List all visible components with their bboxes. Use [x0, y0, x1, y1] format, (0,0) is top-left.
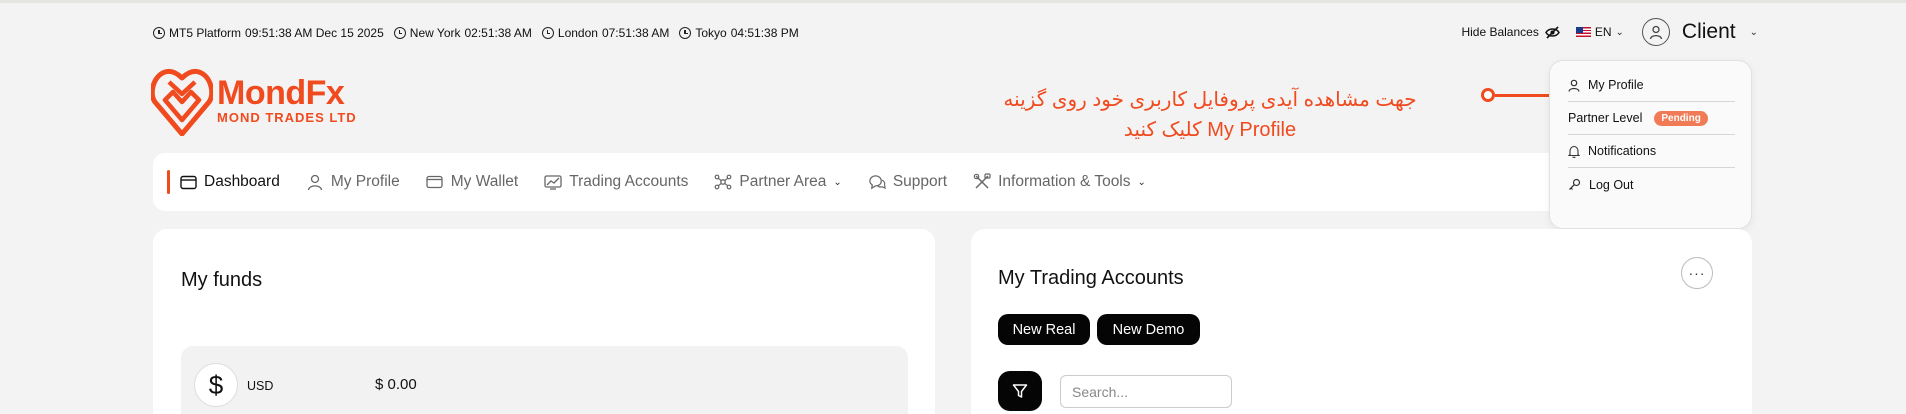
nav-label: Trading Accounts — [569, 173, 689, 190]
clock-time: 04:51:38 PM — [730, 26, 799, 40]
clock-tokyo: Tokyo 04:51:38 PM — [679, 26, 799, 40]
fund-row-usd: $ USD $ 0.00 — [181, 346, 908, 414]
brand-logo[interactable]: MondFx MOND TRADES LTD — [151, 64, 357, 136]
language-selector[interactable]: EN ⌄ — [1575, 25, 1624, 39]
account-controls: Hide Balances EN ⌄ Client ⌄ — [1461, 18, 1758, 46]
more-options-button[interactable]: ··· — [1681, 257, 1713, 289]
nav-label: My Wallet — [450, 173, 519, 190]
clock-time: 09:51:38 AM Dec 15 2025 — [245, 26, 384, 40]
clock-time: 02:51:38 AM — [464, 26, 532, 40]
annotation-arrow-tail — [1481, 88, 1495, 102]
clock-label: MT5 Platform — [169, 26, 242, 40]
annotation-line-1: جهت مشاهده آیدی پروفایل کاربری خود روی گ… — [1003, 89, 1417, 111]
nav-label: Support — [892, 173, 948, 190]
wallet-icon — [426, 173, 444, 191]
avatar[interactable] — [1641, 18, 1670, 46]
clock-icon — [679, 27, 692, 39]
menu-label: Notifications — [1588, 144, 1657, 158]
funds-title: My funds — [181, 269, 263, 291]
clock-label: London — [557, 26, 598, 40]
user-name[interactable]: Client — [1682, 20, 1736, 44]
clock-mt5: MT5 Platform 09:51:38 AM Dec 15 2025 — [153, 26, 384, 40]
annotation-arrow-line — [1495, 94, 1553, 97]
nav-item-my-wallet[interactable]: My Wallet — [426, 173, 518, 191]
logo-name: MondFx — [217, 74, 345, 112]
menu-label: Log Out — [1589, 177, 1634, 192]
world-clocks: MT5 Platform 09:51:38 AM Dec 15 2025 New… — [153, 26, 799, 40]
chevron-down-icon: ⌄ — [1137, 176, 1146, 188]
dashboard-icon — [179, 173, 197, 191]
tutorial-annotation: جهت مشاهده آیدی پروفایل کاربری خود روی گ… — [985, 85, 1435, 145]
dollar-icon: $ — [194, 363, 238, 407]
clock-label: Tokyo — [695, 26, 727, 40]
filter-button[interactable] — [998, 371, 1042, 411]
nav-label: Dashboard — [204, 173, 280, 190]
balance-value: $ 0.00 — [375, 376, 417, 393]
menu-item-log-out[interactable]: Log Out — [1568, 168, 1735, 201]
currency-label: USD — [247, 379, 274, 393]
bell-icon — [1568, 145, 1580, 158]
nav-label: Information & Tools — [998, 173, 1131, 190]
clock-time: 07:51:38 AM — [601, 26, 670, 40]
trading-accounts-title: My Trading Accounts — [998, 267, 1184, 289]
user-icon — [1568, 79, 1580, 92]
hide-balances-label: Hide Balances — [1461, 25, 1539, 39]
top-border — [0, 0, 1906, 3]
user-icon — [306, 173, 324, 191]
menu-item-partner-level[interactable]: Partner Level Pending — [1568, 102, 1735, 135]
new-real-button[interactable]: New Real — [998, 314, 1090, 345]
nav-item-dashboard[interactable]: Dashboard — [167, 170, 280, 194]
hide-balances-toggle[interactable]: Hide Balances — [1461, 25, 1560, 39]
nav-item-information-tools[interactable]: Information & Tools ⌄ — [973, 173, 1146, 191]
logo-mark-icon — [151, 68, 213, 136]
chevron-down-icon: ⌄ — [833, 176, 842, 188]
clock-icon — [153, 27, 165, 39]
nav-item-trading-accounts[interactable]: Trading Accounts — [544, 173, 688, 191]
chart-icon — [544, 173, 562, 191]
user-dropdown-menu: My Profile Partner Level Pending Notific… — [1549, 60, 1752, 229]
chevron-down-icon: ⌄ — [1615, 26, 1624, 38]
annotation-line-2: My Profile کلیک کنید — [1123, 119, 1297, 141]
chevron-down-icon[interactable]: ⌄ — [1750, 27, 1758, 38]
status-badge: Pending — [1654, 110, 1708, 126]
nav-item-partner-area[interactable]: Partner Area ⌄ — [714, 173, 842, 191]
menu-item-my-profile[interactable]: My Profile — [1568, 69, 1735, 102]
nav-item-support[interactable]: Support — [868, 173, 947, 191]
search-input[interactable] — [1060, 375, 1232, 408]
clock-london: London 07:51:38 AM — [541, 26, 670, 40]
menu-label: Partner Level — [1568, 111, 1643, 125]
chat-icon — [868, 173, 886, 191]
clock-icon — [541, 27, 554, 39]
menu-item-notifications[interactable]: Notifications — [1568, 135, 1735, 168]
nav-item-my-profile[interactable]: My Profile — [306, 173, 400, 191]
us-flag-icon — [1575, 27, 1591, 37]
eye-off-icon — [1544, 25, 1560, 39]
tools-icon — [973, 173, 991, 191]
funds-card: My funds $ USD $ 0.00 — [153, 229, 935, 414]
clock-new-york: New York 02:51:38 AM — [393, 26, 532, 40]
menu-label: My Profile — [1588, 78, 1644, 92]
user-icon — [1649, 25, 1663, 39]
network-icon — [714, 173, 732, 191]
new-demo-button[interactable]: New Demo — [1097, 314, 1200, 345]
filter-icon — [1012, 384, 1028, 398]
main-nav: Dashboard My Profile My Wallet Trading A… — [153, 153, 1751, 211]
clock-icon — [393, 27, 406, 39]
key-icon — [1569, 178, 1581, 190]
language-label: EN — [1594, 25, 1612, 39]
logo-subtitle: MOND TRADES LTD — [217, 110, 357, 125]
nav-label: My Profile — [330, 173, 400, 190]
nav-label: Partner Area — [739, 173, 827, 190]
trading-accounts-card: My Trading Accounts ··· New Real New Dem… — [971, 229, 1752, 414]
clock-label: New York — [409, 26, 461, 40]
